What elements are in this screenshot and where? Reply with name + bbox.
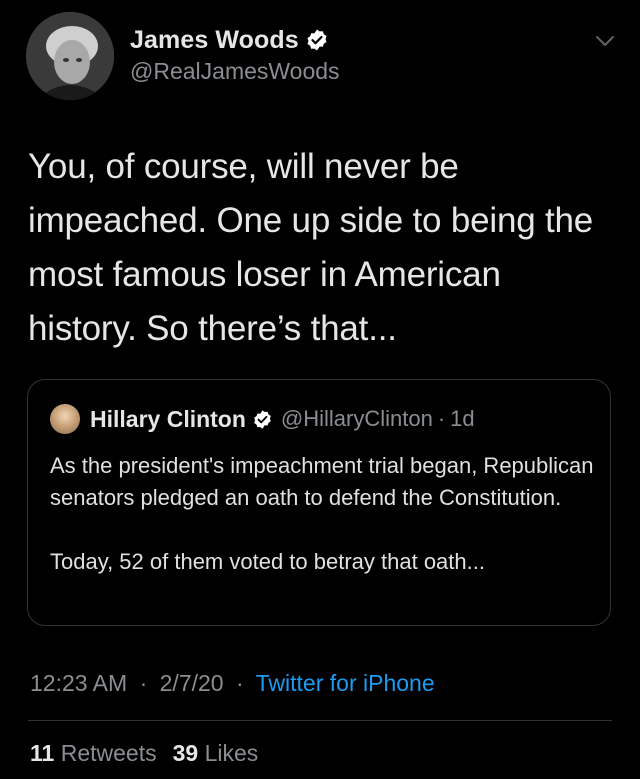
quoted-tweet-text: As the president's impeachment trial beg… [50, 450, 595, 578]
verified-badge-icon [305, 28, 329, 52]
author-name-row[interactable]: James Woods [130, 24, 329, 56]
quoted-paragraph-1: As the president's impeachment trial beg… [50, 453, 594, 510]
author-avatar[interactable] [26, 12, 114, 100]
retweets-count: 11 [30, 740, 55, 766]
retweets-stat[interactable]: 11 Retweets [30, 740, 157, 766]
tweet-text: You, of course, will never be impeached.… [28, 147, 594, 348]
quoted-separator: · [437, 406, 446, 431]
likes-count: 39 [172, 740, 199, 766]
tweet-time[interactable]: 12:23 AM [30, 670, 127, 696]
chevron-down-icon[interactable] [594, 30, 616, 52]
likes-label: Likes [204, 740, 259, 766]
quoted-tweet-header: Hillary Clinton @HillaryClinton · 1d [50, 404, 475, 434]
quoted-author-name: Hillary Clinton [90, 405, 246, 432]
quoted-author-handle: @HillaryClinton [280, 406, 433, 431]
tweet-date[interactable]: 2/7/20 [160, 670, 224, 696]
tweet: James Woods @RealJamesWoods You, of cour… [0, 0, 640, 779]
meta-separator: · [139, 670, 148, 696]
retweets-label: Retweets [60, 740, 157, 766]
author-handle[interactable]: @RealJamesWoods [130, 58, 340, 85]
likes-stat[interactable]: 39 Likes [173, 740, 259, 766]
quoted-tweet[interactable]: Hillary Clinton @HillaryClinton · 1d As … [27, 379, 611, 626]
quoted-paragraph-2: Today, 52 of them voted to betray that o… [50, 549, 485, 574]
tweet-source-link[interactable]: Twitter for iPhone [256, 670, 435, 696]
meta-separator: · [235, 670, 244, 696]
divider [28, 720, 612, 721]
tweet-stats: 11 Retweets 39 Likes [30, 740, 258, 767]
tweet-meta: 12:23 AM · 2/7/20 · Twitter for iPhone [30, 670, 435, 697]
author-name[interactable]: James Woods [130, 26, 299, 55]
verified-badge-icon [252, 409, 273, 430]
quoted-tweet-age: 1d [450, 406, 475, 431]
quoted-author-avatar [50, 404, 80, 434]
